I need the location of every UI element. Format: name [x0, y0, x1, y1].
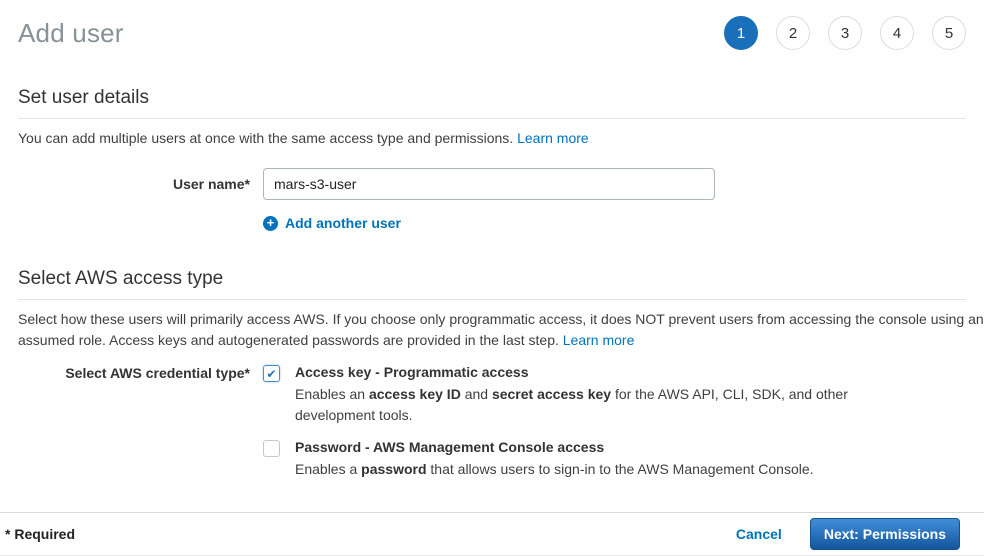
access-key-checkbox[interactable]: ✔ [263, 365, 280, 382]
password-option-description: Enables a password that allows users to … [295, 459, 814, 480]
desc-text: and [461, 386, 492, 402]
learn-more-link-access-type[interactable]: Learn more [563, 332, 635, 348]
credential-type-row: Select AWS credential type* ✔ Access key… [18, 364, 966, 480]
desc-text: Enables a [295, 461, 361, 477]
description-text: You can add multiple users at once with … [18, 130, 517, 146]
desc-text: Enables an [295, 386, 369, 402]
add-another-user-row: + Add another user [18, 214, 966, 231]
access-key-option-description: Enables an access key ID and secret acce… [295, 384, 855, 426]
desc-bold-text: secret access key [492, 386, 611, 402]
wizard-step-indicator: 1 2 3 4 5 [724, 16, 966, 50]
credential-type-label: Select AWS credential type* [18, 364, 250, 480]
desc-bold-text: access key ID [369, 386, 461, 402]
step-4-indicator: 4 [880, 16, 914, 50]
access-key-option-title: Access key - Programmatic access [295, 364, 855, 380]
password-option-title: Password - AWS Management Console access [295, 439, 814, 455]
credential-options: ✔ Access key - Programmatic access Enabl… [263, 364, 966, 480]
step-5-indicator: 5 [932, 16, 966, 50]
access-key-option: ✔ Access key - Programmatic access Enabl… [263, 364, 966, 426]
learn-more-link-user-details[interactable]: Learn more [517, 130, 589, 146]
checkmark-icon: ✔ [266, 367, 276, 381]
cancel-button[interactable]: Cancel [736, 526, 782, 542]
plus-circle-icon: + [263, 216, 278, 231]
next-permissions-button[interactable]: Next: Permissions [810, 518, 960, 550]
add-user-page: Add user 1 2 3 4 5 Set user details You … [0, 0, 984, 480]
user-name-row: User name* [18, 168, 966, 200]
password-checkbox[interactable] [263, 440, 280, 457]
wizard-footer: * Required Cancel Next: Permissions [0, 512, 984, 556]
set-user-details-description: You can add multiple users at once with … [18, 128, 966, 149]
page-header: Add user 1 2 3 4 5 [18, 0, 966, 50]
step-1-indicator: 1 [724, 16, 758, 50]
add-another-user-button[interactable]: + Add another user [263, 215, 401, 231]
page-title: Add user [18, 18, 124, 49]
description-text: Select how these users will primarily ac… [18, 311, 984, 348]
user-name-input[interactable] [263, 168, 715, 200]
select-access-type-heading: Select AWS access type [18, 268, 966, 300]
user-name-label: User name* [18, 168, 250, 200]
set-user-details-heading: Set user details [18, 87, 966, 119]
desc-bold-text: password [361, 461, 426, 477]
required-note: * Required [5, 526, 75, 542]
password-option: Password - AWS Management Console access… [263, 439, 966, 480]
step-3-indicator: 3 [828, 16, 862, 50]
step-2-indicator: 2 [776, 16, 810, 50]
desc-text: that allows users to sign-in to the AWS … [427, 461, 814, 477]
select-access-type-description: Select how these users will primarily ac… [18, 309, 984, 351]
add-another-user-label: Add another user [285, 215, 401, 231]
